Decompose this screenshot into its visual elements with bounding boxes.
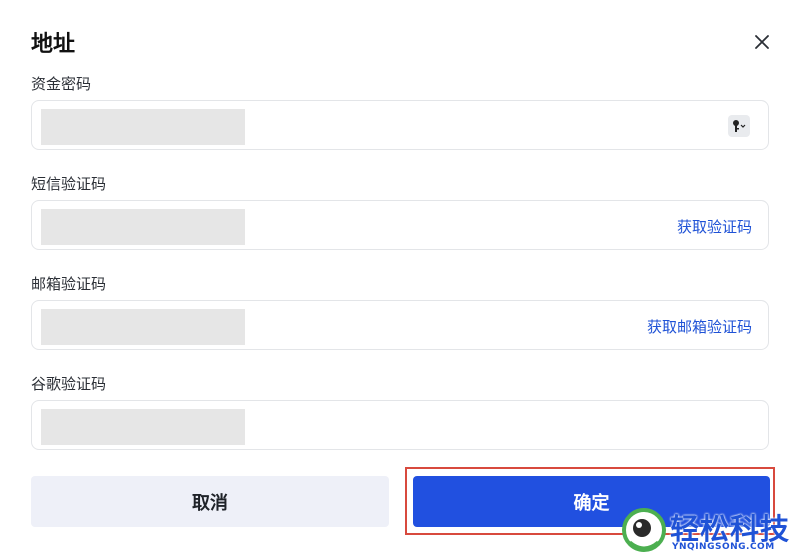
brand-logo-icon <box>622 508 666 552</box>
email-code-label: 邮箱验证码 <box>31 275 107 293</box>
sms-code-label: 短信验证码 <box>31 175 107 193</box>
close-button[interactable] <box>750 30 774 54</box>
close-icon <box>755 35 769 49</box>
cancel-button[interactable]: 取消 <box>31 476 389 527</box>
fund-password-label: 资金密码 <box>31 75 92 93</box>
watermark-domain: YNQINGSONG.COM <box>672 542 775 552</box>
sms-code-field[interactable]: 获取验证码 <box>31 200 769 250</box>
google-code-field[interactable] <box>31 400 769 450</box>
get-sms-code-link[interactable]: 获取验证码 <box>677 216 752 237</box>
dialog-title: 地址 <box>31 32 76 57</box>
watermark: 轻松科技 YNQINGSONG.COM <box>622 506 804 554</box>
fund-password-field[interactable] <box>31 100 769 150</box>
password-manager-button[interactable] <box>728 115 750 137</box>
sms-code-input[interactable] <box>32 201 768 249</box>
get-email-code-link[interactable]: 获取邮箱验证码 <box>647 316 752 337</box>
google-code-label: 谷歌验证码 <box>31 375 107 393</box>
google-code-input[interactable] <box>32 401 768 449</box>
email-code-field[interactable]: 获取邮箱验证码 <box>31 300 769 350</box>
fund-password-input[interactable] <box>32 101 768 149</box>
key-icon <box>733 120 746 132</box>
